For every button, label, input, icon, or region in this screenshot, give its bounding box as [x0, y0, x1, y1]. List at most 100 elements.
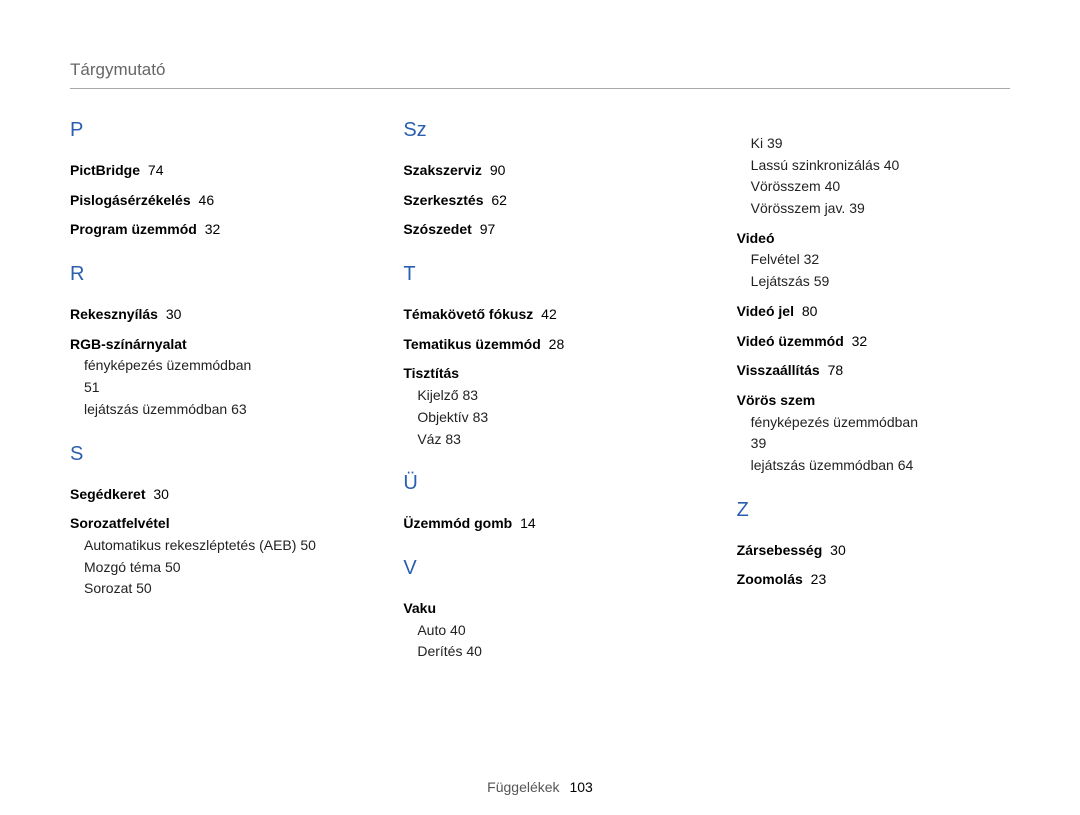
index-column: Sz Szakszerviz 90 Szerkesztés 62 Szószedet … — [403, 115, 676, 663]
index-entry: Visszaállítás 78 — [737, 360, 1010, 382]
index-entry: Zársebesség 30 — [737, 540, 1010, 562]
index-letter: R — [70, 259, 343, 290]
index-subentry: Ki 39 — [751, 133, 1010, 155]
index-subentry-label: Vörösszem jav. — [751, 200, 846, 216]
index-subentry-page: 83 — [445, 431, 461, 447]
index-subentry-label: Objektív — [417, 409, 468, 425]
index-subentry-label: Derítés — [417, 643, 462, 659]
index-subentry-label: Automatikus rekeszléptetés (AEB) — [84, 537, 296, 553]
index-subentry-page: 83 — [462, 387, 478, 403]
index-entry-page: 23 — [811, 571, 827, 587]
index-subentry-label: Auto — [417, 622, 446, 638]
index-entry: Zoomolás 23 — [737, 569, 1010, 591]
index-subentry: Automatikus rekeszléptetés (AEB) 50 — [84, 535, 343, 557]
index-subentry: Lassú szinkronizálás 40 — [751, 155, 1010, 177]
index-entry: PictBridge 74 — [70, 160, 343, 182]
index-subentry-label: Váz — [417, 431, 441, 447]
index-letter: Z — [737, 495, 1010, 526]
page-footer: Függelékek 103 — [0, 779, 1080, 795]
index-entry-label: PictBridge — [70, 162, 140, 178]
index-subentry-page: 59 — [814, 273, 830, 289]
index-subentry-page: 50 — [136, 580, 152, 596]
index-entry-page: 78 — [828, 362, 844, 378]
index-subentry-label: lejátszás üzemmódban — [84, 401, 227, 417]
index-entry-page: 14 — [520, 515, 536, 531]
index-entry-page: 90 — [490, 162, 506, 178]
index-entry: Sorozatfelvétel — [70, 513, 343, 535]
index-letter: P — [70, 115, 343, 146]
index-entry-label: Videó üzemmód — [737, 333, 844, 349]
index-subentry-page: 50 — [300, 537, 316, 553]
index-entry-page: 46 — [199, 192, 215, 208]
index-entry-label: Visszaállítás — [737, 362, 820, 378]
index-entry-label: Szakszerviz — [403, 162, 482, 178]
index-entry-page: 80 — [802, 303, 818, 319]
index-subentry-page: 64 — [898, 457, 914, 473]
index-entry-label: Vörös szem — [737, 392, 816, 408]
index-subentry-label: Kijelző — [417, 387, 458, 403]
index-entry-label: RGB-színárnyalat — [70, 336, 187, 352]
index-letter: Sz — [403, 115, 676, 146]
index-entry: Segédkeret 30 — [70, 484, 343, 506]
index-letter: Ü — [403, 468, 676, 499]
index-subentry-label: Lassú szinkronizálás — [751, 157, 880, 173]
index-subentry-label: lejátszás üzemmódban — [751, 457, 894, 473]
index-entry-label: Szószedet — [403, 221, 471, 237]
index-subentry-page: 40 — [825, 178, 841, 194]
index-entry-page: 32 — [852, 333, 868, 349]
index-subentry: Vörösszem 40 — [751, 176, 1010, 198]
index-subentry-label: fényképezés üzemmódban — [84, 357, 251, 373]
index-column: Ki 39Lassú szinkronizálás 40Vörösszem 40… — [737, 115, 1010, 663]
index-letter: V — [403, 553, 676, 584]
index-entry-page: 32 — [205, 221, 221, 237]
index-entry: Videó jel 80 — [737, 301, 1010, 323]
index-entry: Üzemmód gomb 14 — [403, 513, 676, 535]
index-entry-label: Szerkesztés — [403, 192, 483, 208]
index-entry-label: Pislogásérzékelés — [70, 192, 191, 208]
index-subentry: Felvétel 32 — [751, 249, 1010, 271]
footer-label: Függelékek — [487, 779, 559, 795]
index-entry-label: Zársebesség — [737, 542, 823, 558]
index-entry-label: Tematikus üzemmód — [403, 336, 540, 352]
index-subentry-page: 83 — [473, 409, 489, 425]
index-entry: Szerkesztés 62 — [403, 190, 676, 212]
index-entry: Vaku — [403, 598, 676, 620]
index-entry-label: Videó — [737, 230, 775, 246]
index-subentry-label: Vörösszem — [751, 178, 821, 194]
index-subentry-label: Ki — [751, 135, 763, 151]
index-subentry-page: 63 — [231, 401, 247, 417]
index-entry-page: 30 — [166, 306, 182, 322]
index-entry: Szószedet 97 — [403, 219, 676, 241]
index-subentry: fényképezés üzemmódban51 — [84, 355, 343, 398]
index-subentry: Derítés 40 — [417, 641, 676, 663]
index-subentry: Objektív 83 — [417, 407, 676, 429]
index-subentry: Mozgó téma 50 — [84, 557, 343, 579]
index-entry: RGB-színárnyalat — [70, 334, 343, 356]
index-entry-page: 28 — [549, 336, 565, 352]
index-entry: Vörös szem — [737, 390, 1010, 412]
index-entry: Videó üzemmód 32 — [737, 331, 1010, 353]
index-subentry-page: 40 — [466, 643, 482, 659]
index-entry-label: Segédkeret — [70, 486, 145, 502]
index-subentry: lejátszás üzemmódban 64 — [751, 455, 1010, 477]
index-subentry-page: 39 — [751, 435, 767, 451]
index-subentry: Vörösszem jav. 39 — [751, 198, 1010, 220]
index-subentry: Sorozat 50 — [84, 578, 343, 600]
index-entry-page: 30 — [153, 486, 169, 502]
index-entry-label: Üzemmód gomb — [403, 515, 512, 531]
index-entry-page: 62 — [491, 192, 507, 208]
index-entry: Témakövető fókusz 42 — [403, 304, 676, 326]
index-entry-label: Rekesznyílás — [70, 306, 158, 322]
index-subentry-label: fényképezés üzemmódban — [751, 414, 918, 430]
index-entry: Tematikus üzemmód 28 — [403, 334, 676, 356]
index-subentry-page: 40 — [884, 157, 900, 173]
index-subentry: Lejátszás 59 — [751, 271, 1010, 293]
index-subentry: Auto 40 — [417, 620, 676, 642]
index-entry-page: 97 — [480, 221, 496, 237]
index-subentry-label: Sorozat — [84, 580, 132, 596]
index-letter: T — [403, 259, 676, 290]
index-subentry-page: 39 — [849, 200, 865, 216]
index-entry: Pislogásérzékelés 46 — [70, 190, 343, 212]
index-entry-label: Zoomolás — [737, 571, 803, 587]
index-subentry-label: Felvétel — [751, 251, 800, 267]
